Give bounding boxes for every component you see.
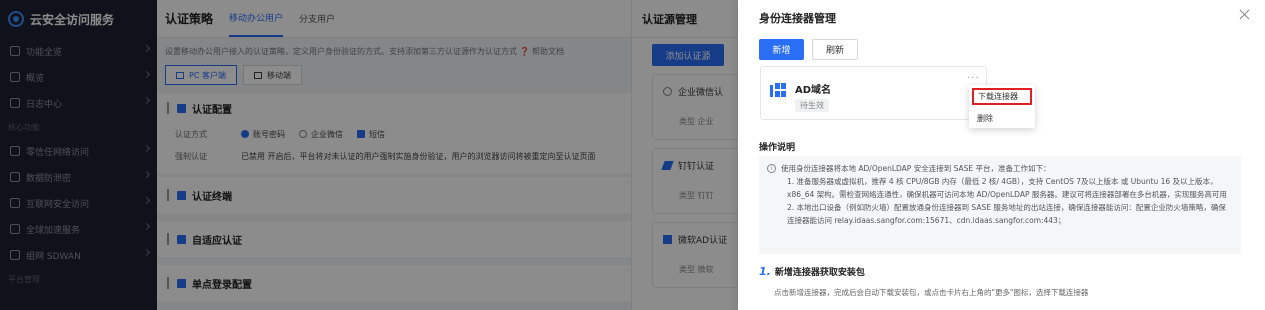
close-icon[interactable] (1238, 8, 1252, 22)
connector-menu: 下载连接器 删除 (969, 85, 1035, 128)
instructions-step-1: 1. 准备服务器或虚拟机，推荐 4 核 CPU/8GB 内存（最低 2 核/ 4… (787, 177, 1227, 199)
instructions-intro: 使用身份连接器将本地 AD/OpenLDAP 安全连接到 SASE 平台，准备工… (781, 164, 1051, 173)
step-heading: 1. 新增连接器获取安装包 (759, 265, 865, 278)
modal-overlay[interactable] (0, 0, 738, 310)
drawer-title: 身份连接器管理 (759, 12, 836, 25)
download-connector-menu-item[interactable]: 下载连接器 (972, 88, 1032, 105)
info-icon: i (767, 164, 776, 173)
windows-icon (770, 83, 787, 97)
step-description: 点击新增连接器，完成后会自动下载安装包，或点击卡片右上角的"更多"图标，选择下载… (774, 288, 1089, 297)
instructions-title: 操作说明 (759, 143, 796, 153)
step-number: 1. (759, 265, 771, 278)
refresh-button[interactable]: 刷新 (812, 39, 858, 60)
instructions-box: i 使用身份连接器将本地 AD/OpenLDAP 安全连接到 SASE 平台，准备… (759, 156, 1241, 254)
delete-menu-item[interactable]: 删除 (969, 108, 1035, 128)
status-badge: 待生效 (795, 99, 829, 112)
step-title: 新增连接器获取安装包 (774, 268, 865, 278)
instructions-step-2: 2. 本地出口设备（例如防火墙）配置放通身份连接器到 SASE 服务地址的出站连… (787, 203, 1226, 225)
connector-name: AD域名 (795, 85, 832, 96)
connector-card[interactable]: AD域名 待生效 ··· (760, 66, 987, 120)
more-icon[interactable]: ··· (967, 73, 980, 84)
add-connector-button[interactable]: 新增 (759, 39, 804, 60)
connector-drawer: 身份连接器管理 新增 刷新 AD域名 待生效 ··· 操作说明 i 使用身份连接器… (738, 0, 1265, 310)
